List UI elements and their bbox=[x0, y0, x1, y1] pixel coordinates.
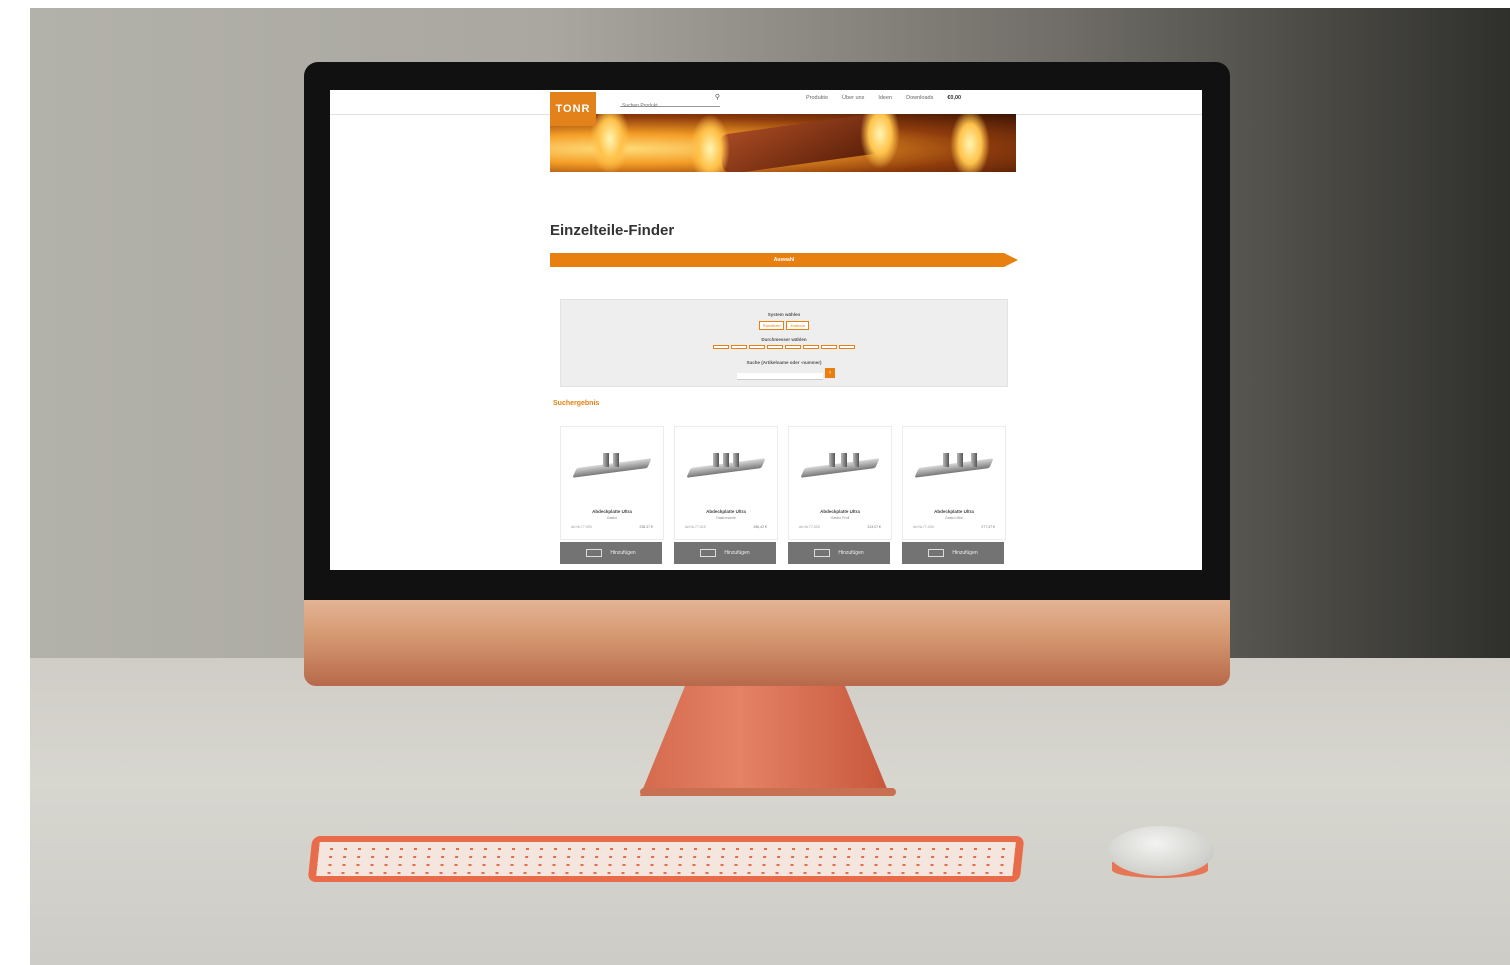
monitor-chin bbox=[304, 600, 1230, 686]
product-price: 313,07 € bbox=[867, 525, 881, 529]
product-article-number: Art.Nr.77-020 bbox=[799, 525, 820, 529]
product-subtitle: Gastro bbox=[606, 516, 618, 520]
nav-item-products[interactable]: Produkte bbox=[806, 95, 828, 101]
monitor-stand-base bbox=[640, 788, 896, 796]
nav-item-downloads[interactable]: Downloads bbox=[906, 95, 933, 101]
product-card[interactable]: Abdeckplatte Ultra Gastro Art.Nr.77-000 … bbox=[560, 426, 664, 540]
page-title: Einzelteile-Finder bbox=[550, 222, 675, 239]
product-article-number: Art.Nr.77-030 bbox=[913, 525, 934, 529]
product-subtitle: Gastro Profi bbox=[830, 516, 850, 520]
product-card[interactable]: Abdeckplatte Ultra Gastro Mini Art.Nr.77… bbox=[902, 426, 1006, 540]
system-option-round[interactable]: Rundform bbox=[758, 321, 785, 330]
article-search-input[interactable] bbox=[737, 373, 823, 380]
add-to-cart-button[interactable]: Hinzufügen bbox=[788, 542, 890, 564]
article-search-label: Suche (Artikelname oder -nummer) bbox=[746, 360, 822, 365]
diameter-option[interactable] bbox=[749, 345, 765, 349]
cart-icon bbox=[700, 549, 717, 557]
step-progress-bar: Auswahl bbox=[550, 253, 1018, 267]
cart-total[interactable]: €0,00 bbox=[947, 95, 961, 101]
mouse bbox=[1108, 826, 1214, 876]
add-to-cart-button[interactable]: Hinzufügen bbox=[674, 542, 776, 564]
logo-text: TONR bbox=[555, 103, 591, 115]
product-subtitle: Gastro Mini bbox=[945, 516, 963, 520]
product-article-number: Art.Nr.77-010 bbox=[685, 525, 706, 529]
diameter-options bbox=[561, 345, 1007, 349]
add-button-label: Hinzufügen bbox=[724, 550, 750, 556]
top-navbar: ⚲ Produkte Über uns Ideen Downloads €0,0… bbox=[330, 90, 1202, 115]
product-image bbox=[572, 449, 652, 489]
product-name: Abdeckplatte Ultra bbox=[820, 509, 860, 514]
brand-logo[interactable]: TONR bbox=[550, 92, 596, 126]
hero-flame bbox=[860, 114, 900, 169]
cart-icon bbox=[586, 549, 603, 557]
system-label: System wählen bbox=[767, 312, 801, 317]
diameter-option[interactable] bbox=[821, 345, 837, 349]
diameter-option[interactable] bbox=[839, 345, 855, 349]
search-field[interactable]: ⚲ bbox=[620, 93, 720, 110]
filter-panel: System wählen Rundform Eckform Durchmess… bbox=[560, 299, 1008, 387]
nav-item-ideas[interactable]: Ideen bbox=[878, 95, 892, 101]
hero-flame bbox=[950, 114, 990, 172]
diameter-label: Durchmesser wählen bbox=[761, 337, 807, 342]
main-nav: Produkte Über uns Ideen Downloads €0,00 bbox=[806, 95, 961, 101]
diameter-option[interactable] bbox=[713, 345, 729, 349]
cart-icon bbox=[814, 549, 831, 557]
system-options: Rundform Eckform bbox=[561, 321, 1007, 330]
search-icon[interactable]: ⚲ bbox=[715, 93, 720, 101]
product-subtitle: Gastronomie bbox=[715, 516, 737, 520]
cart-icon bbox=[928, 549, 945, 557]
add-to-cart-button[interactable]: Hinzufügen bbox=[902, 542, 1004, 564]
website-screen: ⚲ Produkte Über uns Ideen Downloads €0,0… bbox=[330, 90, 1202, 570]
results-heading: Suchergebnis bbox=[553, 400, 600, 407]
system-option-square[interactable]: Eckform bbox=[786, 321, 810, 330]
product-price: 277,37 € bbox=[981, 525, 995, 529]
product-name: Abdeckplatte Ultra bbox=[934, 509, 974, 514]
product-image bbox=[686, 449, 766, 489]
diameter-option[interactable] bbox=[767, 345, 783, 349]
product-image bbox=[914, 449, 994, 489]
add-button-label: Hinzufügen bbox=[952, 550, 978, 556]
product-card[interactable]: Abdeckplatte Ultra Gastronomie Art.Nr.77… bbox=[674, 426, 778, 540]
nav-item-about[interactable]: Über uns bbox=[842, 95, 864, 101]
keyboard bbox=[307, 836, 1025, 882]
hero-flame bbox=[690, 114, 730, 172]
product-price: 238,37 € bbox=[639, 525, 653, 529]
diameter-option[interactable] bbox=[731, 345, 747, 349]
diameter-option[interactable] bbox=[785, 345, 801, 349]
product-image bbox=[800, 449, 880, 489]
hero-wood bbox=[717, 114, 883, 172]
product-name: Abdeckplatte Ultra bbox=[592, 509, 632, 514]
product-name: Abdeckplatte Ultra bbox=[706, 509, 746, 514]
add-to-cart-button[interactable]: Hinzufügen bbox=[560, 542, 662, 564]
hero-banner bbox=[550, 114, 1016, 172]
product-article-number: Art.Nr.77-000 bbox=[571, 525, 592, 529]
product-price: 286,42 € bbox=[753, 525, 767, 529]
hero-flame bbox=[590, 114, 630, 172]
search-input[interactable] bbox=[620, 102, 710, 110]
step-label: Auswahl bbox=[773, 257, 795, 263]
add-button-label: Hinzufügen bbox=[610, 550, 636, 556]
add-button-label: Hinzufügen bbox=[838, 550, 864, 556]
diameter-option[interactable] bbox=[803, 345, 819, 349]
product-card[interactable]: Abdeckplatte Ultra Gastro Profi Art.Nr.7… bbox=[788, 426, 892, 540]
article-search-button[interactable]: › bbox=[825, 368, 835, 378]
